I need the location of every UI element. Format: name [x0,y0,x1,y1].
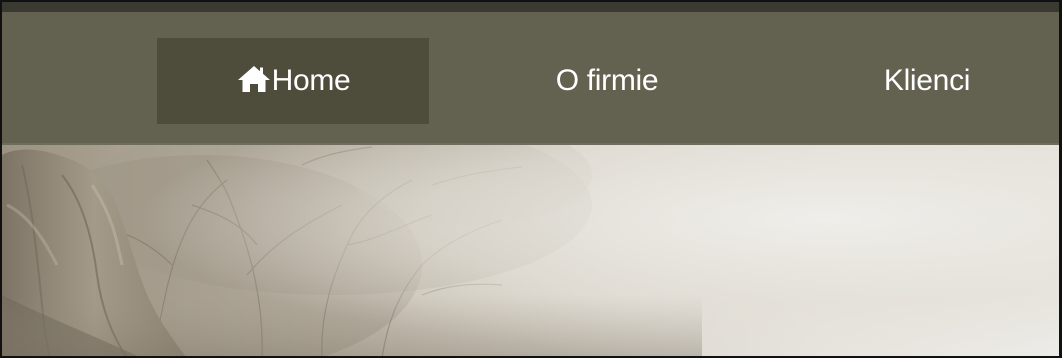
nav-item-label: Home [271,64,351,97]
browser-viewport: Home O firmie Klienci [0,0,1062,358]
hero-banner-image [2,145,1059,356]
home-icon [236,64,272,94]
nav-item-label: Klienci [883,64,971,97]
nav-item-o-firmie[interactable]: O firmie [502,38,712,124]
misty-forest-illustration [2,145,1059,356]
nav-item-klienci[interactable]: Klienci [832,38,1022,124]
nav-item-label: O firmie [555,64,659,97]
main-navbar: Home O firmie Klienci [2,2,1059,145]
nav-item-home[interactable]: Home [157,38,429,124]
